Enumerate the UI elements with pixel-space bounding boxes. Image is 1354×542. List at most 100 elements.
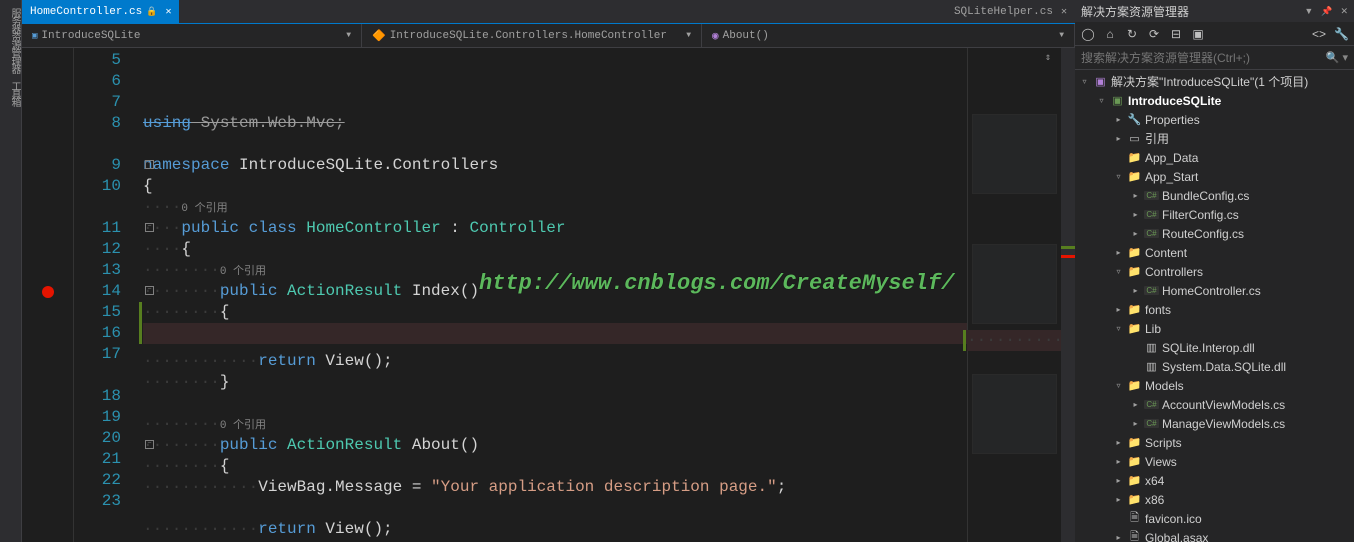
tree-node[interactable]: ▸▭引用 — [1075, 129, 1354, 148]
tree-node[interactable]: ▿📁Models — [1075, 376, 1354, 395]
tree-chevron-icon[interactable]: ▿ — [1113, 324, 1124, 333]
split-handle-icon[interactable]: ⇕ — [1045, 52, 1057, 64]
code-line[interactable]: ········0 个引用 — [143, 414, 967, 435]
tree-chevron-icon[interactable]: ▸ — [1130, 419, 1141, 428]
sync-icon[interactable]: ↻ — [1125, 27, 1139, 41]
chevron-down-icon[interactable]: ▼ — [686, 31, 691, 40]
code-editor[interactable]: 567891011121314151617181920212223 http:/… — [22, 48, 1075, 542]
back-icon[interactable]: ◯ — [1081, 27, 1095, 41]
tree-chevron-icon[interactable]: ▸ — [1113, 248, 1124, 257]
code-view-icon[interactable]: <> — [1312, 27, 1326, 41]
home-icon[interactable]: ⌂ — [1103, 27, 1117, 41]
outline-toggle[interactable]: − — [145, 286, 154, 295]
outline-toggle[interactable]: − — [145, 160, 154, 169]
crumb-method[interactable]: ◉ About() ▼ — [702, 24, 1075, 47]
properties-icon[interactable]: 🔧 — [1334, 27, 1348, 41]
code-line[interactable]: −namespace IntroduceSQLite.Controllers — [143, 155, 967, 176]
search-input[interactable] — [1081, 51, 1326, 65]
outline-toggle[interactable]: − — [145, 440, 154, 449]
tree-node[interactable]: ▥SQLite.Interop.dll — [1075, 338, 1354, 357]
tree-chevron-icon[interactable]: ▿ — [1113, 381, 1124, 390]
close-icon[interactable]: ✕ — [165, 6, 171, 18]
code-line[interactable]: ············return View(); — [143, 351, 967, 372]
chevron-down-icon[interactable]: ▼ — [346, 31, 351, 40]
panel-search-box[interactable]: 🔍 ▾ — [1075, 46, 1354, 70]
tab-sqlite-helper[interactable]: SQLiteHelper.cs ✕ — [946, 0, 1075, 23]
tree-chevron-icon[interactable]: ▸ — [1130, 229, 1141, 238]
tree-chevron-icon[interactable]: ▸ — [1130, 286, 1141, 295]
tree-node[interactable]: 🗎favicon.ico — [1075, 509, 1354, 528]
tool-window-sidebar[interactable]: 服务器资源管理器 工具箱 — [0, 0, 22, 542]
chevron-down-icon[interactable]: ▼ — [1059, 31, 1064, 40]
code-line[interactable]: −····public class HomeController : Contr… — [143, 218, 967, 239]
code-line[interactable]: ············ViewBag.Message = "Your appl… — [143, 477, 967, 498]
tree-chevron-icon[interactable]: ▿ — [1113, 267, 1124, 276]
code-text-area[interactable]: http://www.cnblogs.com/CreateMyself/ usi… — [139, 48, 967, 542]
tree-node[interactable]: ▸📁fonts — [1075, 300, 1354, 319]
tree-chevron-icon[interactable]: ▸ — [1113, 457, 1124, 466]
tab-home-controller[interactable]: HomeController.cs 🔒 ✕ — [22, 0, 179, 23]
tree-chevron-icon[interactable]: ▸ — [1113, 495, 1124, 504]
refresh-icon[interactable]: ⟳ — [1147, 27, 1161, 41]
tree-node[interactable]: ▿📁App_Start — [1075, 167, 1354, 186]
tree-chevron-icon[interactable]: ▿ — [1113, 172, 1124, 181]
tree-node[interactable]: ▸C#BundleConfig.cs — [1075, 186, 1354, 205]
code-line[interactable]: ····{ — [143, 239, 967, 260]
tree-chevron-icon[interactable]: ▸ — [1113, 476, 1124, 485]
code-line[interactable]: −········public ActionResult Index() — [143, 281, 967, 302]
code-line[interactable]: ····0 个引用 — [143, 197, 967, 218]
vertical-scrollbar[interactable] — [1061, 48, 1075, 542]
solution-tree[interactable]: ▿▣解决方案"IntroduceSQLite"(1 个项目)▿▣Introduc… — [1075, 70, 1354, 542]
tree-node[interactable]: ▸C#HomeController.cs — [1075, 281, 1354, 300]
dropdown-icon[interactable]: ▼ — [1304, 6, 1313, 17]
tree-node[interactable]: ▸C#RouteConfig.cs — [1075, 224, 1354, 243]
tree-node[interactable]: ▸C#ManageViewModels.cs — [1075, 414, 1354, 433]
code-line[interactable]: { — [143, 176, 967, 197]
show-all-icon[interactable]: ▣ — [1191, 27, 1205, 41]
tree-chevron-icon[interactable]: ▿ — [1096, 96, 1107, 105]
tree-node[interactable]: ▿📁Lib — [1075, 319, 1354, 338]
crumb-project[interactable]: ▣ IntroduceSQLite ▼ — [22, 24, 362, 47]
tree-node[interactable]: ▸🔧Properties — [1075, 110, 1354, 129]
code-line[interactable]: ········} — [143, 372, 967, 393]
tree-node[interactable]: ▿▣解决方案"IntroduceSQLite"(1 个项目) — [1075, 72, 1354, 91]
tree-chevron-icon[interactable]: ▸ — [1113, 115, 1124, 124]
code-line[interactable] — [143, 134, 967, 155]
code-minimap[interactable]: ⇕ — [967, 48, 1061, 542]
pin-icon[interactable]: 🔒 — [146, 7, 157, 17]
tree-node[interactable]: ▸📁Views — [1075, 452, 1354, 471]
crumb-class[interactable]: 🔶 IntroduceSQLite.Controllers.HomeContro… — [362, 24, 702, 47]
tree-chevron-icon[interactable]: ▿ — [1079, 77, 1090, 86]
code-line[interactable] — [143, 498, 967, 519]
code-line[interactable]: ········{ — [143, 302, 967, 323]
tree-chevron-icon[interactable]: ▸ — [1130, 191, 1141, 200]
code-line[interactable]: ············var insertSQL = SQLiteHelper… — [967, 330, 1075, 351]
tree-node[interactable]: ▸📁Content — [1075, 243, 1354, 262]
tree-node[interactable]: ▸📁Scripts — [1075, 433, 1354, 452]
tree-node[interactable]: ▿📁Controllers — [1075, 262, 1354, 281]
close-icon[interactable]: ✕ — [1061, 6, 1067, 18]
tree-node[interactable]: ▸🗎Global.asax — [1075, 528, 1354, 542]
code-line[interactable]: ········0 个引用 — [143, 260, 967, 281]
search-icon[interactable]: 🔍 ▾ — [1326, 51, 1348, 64]
tree-node[interactable]: ▥System.Data.SQLite.dll — [1075, 357, 1354, 376]
tree-node[interactable]: ▸📁x86 — [1075, 490, 1354, 509]
code-line[interactable]: ············return View(); — [143, 519, 967, 540]
tree-chevron-icon[interactable]: ▸ — [1113, 134, 1124, 143]
close-icon[interactable]: ✕ — [1340, 6, 1348, 17]
tree-node[interactable]: ▸C#FilterConfig.cs — [1075, 205, 1354, 224]
code-line[interactable]: ········{ — [143, 456, 967, 477]
outline-toggle[interactable]: − — [145, 223, 154, 232]
tree-node[interactable]: ▸📁x64 — [1075, 471, 1354, 490]
breakpoint-icon[interactable] — [42, 286, 54, 298]
code-line[interactable]: using System.Web.Mvc; — [143, 113, 967, 134]
code-line[interactable] — [143, 393, 967, 414]
tree-node[interactable]: ▿▣IntroduceSQLite — [1075, 91, 1354, 110]
code-line[interactable] — [143, 323, 967, 344]
tree-chevron-icon[interactable]: ▸ — [1113, 438, 1124, 447]
tree-chevron-icon[interactable]: ▸ — [1113, 305, 1124, 314]
collapse-icon[interactable]: ⊟ — [1169, 27, 1183, 41]
pin-icon[interactable]: 📌 — [1321, 6, 1332, 17]
tree-chevron-icon[interactable]: ▸ — [1130, 210, 1141, 219]
code-line[interactable]: −········public ActionResult About() — [143, 435, 967, 456]
